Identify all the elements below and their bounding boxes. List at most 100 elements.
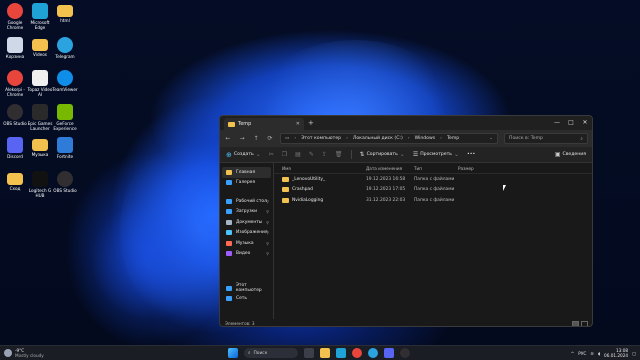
file-date: 19.12.2023 17:05 [366,187,406,193]
nav-item[interactable]: Документы ⚲ [220,217,273,228]
clock-date: 06.01.2024 [604,353,629,358]
maximize-button[interactable]: □ [564,116,578,128]
pictures-icon [226,230,232,236]
more-options-button[interactable]: ••• [467,152,475,157]
volume-icon[interactable]: ◖ [598,351,600,356]
column-size[interactable]: Размер [458,166,488,171]
videos-icon [226,251,232,257]
wifi-icon[interactable]: ≋ [590,351,594,356]
pin-icon: ⚲ [266,198,269,204]
desktop-shortcut[interactable]: html [50,3,80,23]
nav-item[interactable]: Главная [222,167,271,178]
chrome-icon [7,70,23,86]
notifications-icon[interactable]: ▢ [632,351,636,356]
search-input[interactable]: Поиск в: Temp ⌕ [504,133,588,144]
details-button[interactable]: ▣ Сведения [555,151,586,158]
close-button[interactable]: ✕ [578,116,592,128]
sort-icon: ⇅ [359,151,365,158]
mouse-cursor [503,185,509,191]
minimize-button[interactable]: — [550,116,564,128]
file-row[interactable]: _LenovoUtility_ 19.12.2023 16:58 Папка с ф… [274,174,592,185]
desktop-shortcut[interactable]: OBS Studio [50,170,80,193]
sort-button[interactable]: ⇅ Сортировать ⌄ [360,151,405,158]
address-dropdown-icon[interactable]: ⌄ [489,136,493,141]
cloud-icon [4,349,12,357]
desktop-shortcut[interactable]: GeForce Experience [50,103,80,131]
nav-item[interactable]: Сеть [220,294,273,305]
desktop-shortcut[interactable]: Telegram [50,36,80,59]
home-icon [226,169,232,175]
start-button[interactable] [228,348,238,358]
edge-icon[interactable] [336,348,346,358]
nav-item[interactable]: Музыка ⚲ [220,238,273,249]
nav-item[interactable]: Галерея [220,178,273,189]
computer-icon: ▭ [285,136,290,141]
back-icon[interactable]: ← [224,135,232,142]
desktop-shortcut[interactable]: TeamViewer [50,70,80,92]
nav-item[interactable]: Изображения ⚲ [220,228,273,239]
folder-icon [282,187,289,193]
nav-item[interactable]: Видео ⚲ [220,249,273,260]
nav-item-label: Рабочий стол [236,198,267,204]
breadcrumb-this-pc[interactable]: Этот компьютер [301,136,341,141]
obs-icon[interactable] [400,348,410,358]
view-button[interactable]: ☰ Просмотреть ⌄ [413,151,459,158]
file-row[interactable]: Crashpad 19.12.2023 17:05 Папка с файлами [274,185,592,196]
address-bar[interactable]: ▭ › Этот компьютер › Локальный диск (C:)… [280,133,498,144]
nav-item[interactable]: Этот компьютер [220,283,273,294]
share-icon[interactable]: ⇪ [322,151,327,158]
command-bar: ⊕ Создать ⌄ ✂ ❐ ▤ ✎ ⇪ 🗑 ⇅ Сортировать ⌄ … [220,147,592,163]
computer-icon [226,285,232,291]
copy-icon[interactable]: ❐ [282,151,287,158]
breadcrumb-temp[interactable]: Temp [447,136,459,141]
weather-desc: Mostly cloudy [15,353,44,358]
nav-item-label: Загрузки [236,209,258,215]
cut-icon[interactable]: ✂ [269,151,274,158]
view-toggle [572,320,588,326]
details-view-icon[interactable] [572,320,579,326]
obs-icon [57,170,73,187]
desktop-shortcut[interactable]: Fortnite [50,137,80,159]
rename-icon[interactable]: ✎ [309,151,314,158]
breadcrumb-separator: › [294,136,297,141]
new-tab-button[interactable]: + [308,119,314,127]
file-name: _LenovoUtility_ [292,176,326,182]
weather-text: -9°C Mostly cloudy [15,348,44,358]
folder-icon [32,38,48,51]
telegram-icon [57,36,73,53]
chrome-icon[interactable] [352,348,362,358]
refresh-icon[interactable]: ⟳ [266,135,274,142]
file-row[interactable]: NvidiaLogging 31.12.2023 22:03 Папка с фай… [274,195,592,206]
language-indicator[interactable]: РУС [578,351,586,356]
column-type[interactable]: Тип [414,166,458,171]
telegram-icon[interactable] [368,348,378,358]
breadcrumb-local-disk[interactable]: Локальный диск (C:) [353,136,403,141]
forward-icon[interactable]: → [238,135,246,142]
up-icon[interactable]: ↑ [252,135,260,142]
file-explorer-icon[interactable] [320,348,330,358]
nav-item[interactable]: Рабочий стол ⚲ [220,196,273,207]
column-date[interactable]: Дата изменения [366,166,414,171]
folder-icon [7,172,23,185]
delete-icon[interactable]: 🗑 [335,151,343,158]
paste-icon[interactable]: ▤ [295,151,301,158]
fortnite-icon [57,137,73,153]
close-tab-icon[interactable]: ✕ [296,121,300,127]
nav-item-label: Видео [236,251,251,257]
task-view-icon[interactable] [304,348,314,358]
window-controls: — □ ✕ [550,116,592,128]
tab-temp[interactable]: Temp ✕ [224,118,304,130]
address-row: ← → ↑ ⟳ ▭ › Этот компьютер › Локальный д… [220,130,592,147]
chevron-up-icon[interactable]: ^ [571,351,575,356]
create-button[interactable]: ⊕ Создать ⌄ [226,151,261,159]
taskbar-search[interactable]: ⌕ Поиск [244,348,298,358]
clock[interactable]: 13:08 06.01.2024 [604,348,628,358]
discord-icon[interactable] [384,348,394,358]
column-name[interactable]: Имя [282,166,366,171]
weather-widget[interactable]: -9°C Mostly cloudy [4,348,44,358]
breadcrumb-windows[interactable]: Windows [415,136,436,141]
nav-item[interactable]: Загрузки ⚲ [220,207,273,218]
tiles-view-icon[interactable] [581,320,588,326]
